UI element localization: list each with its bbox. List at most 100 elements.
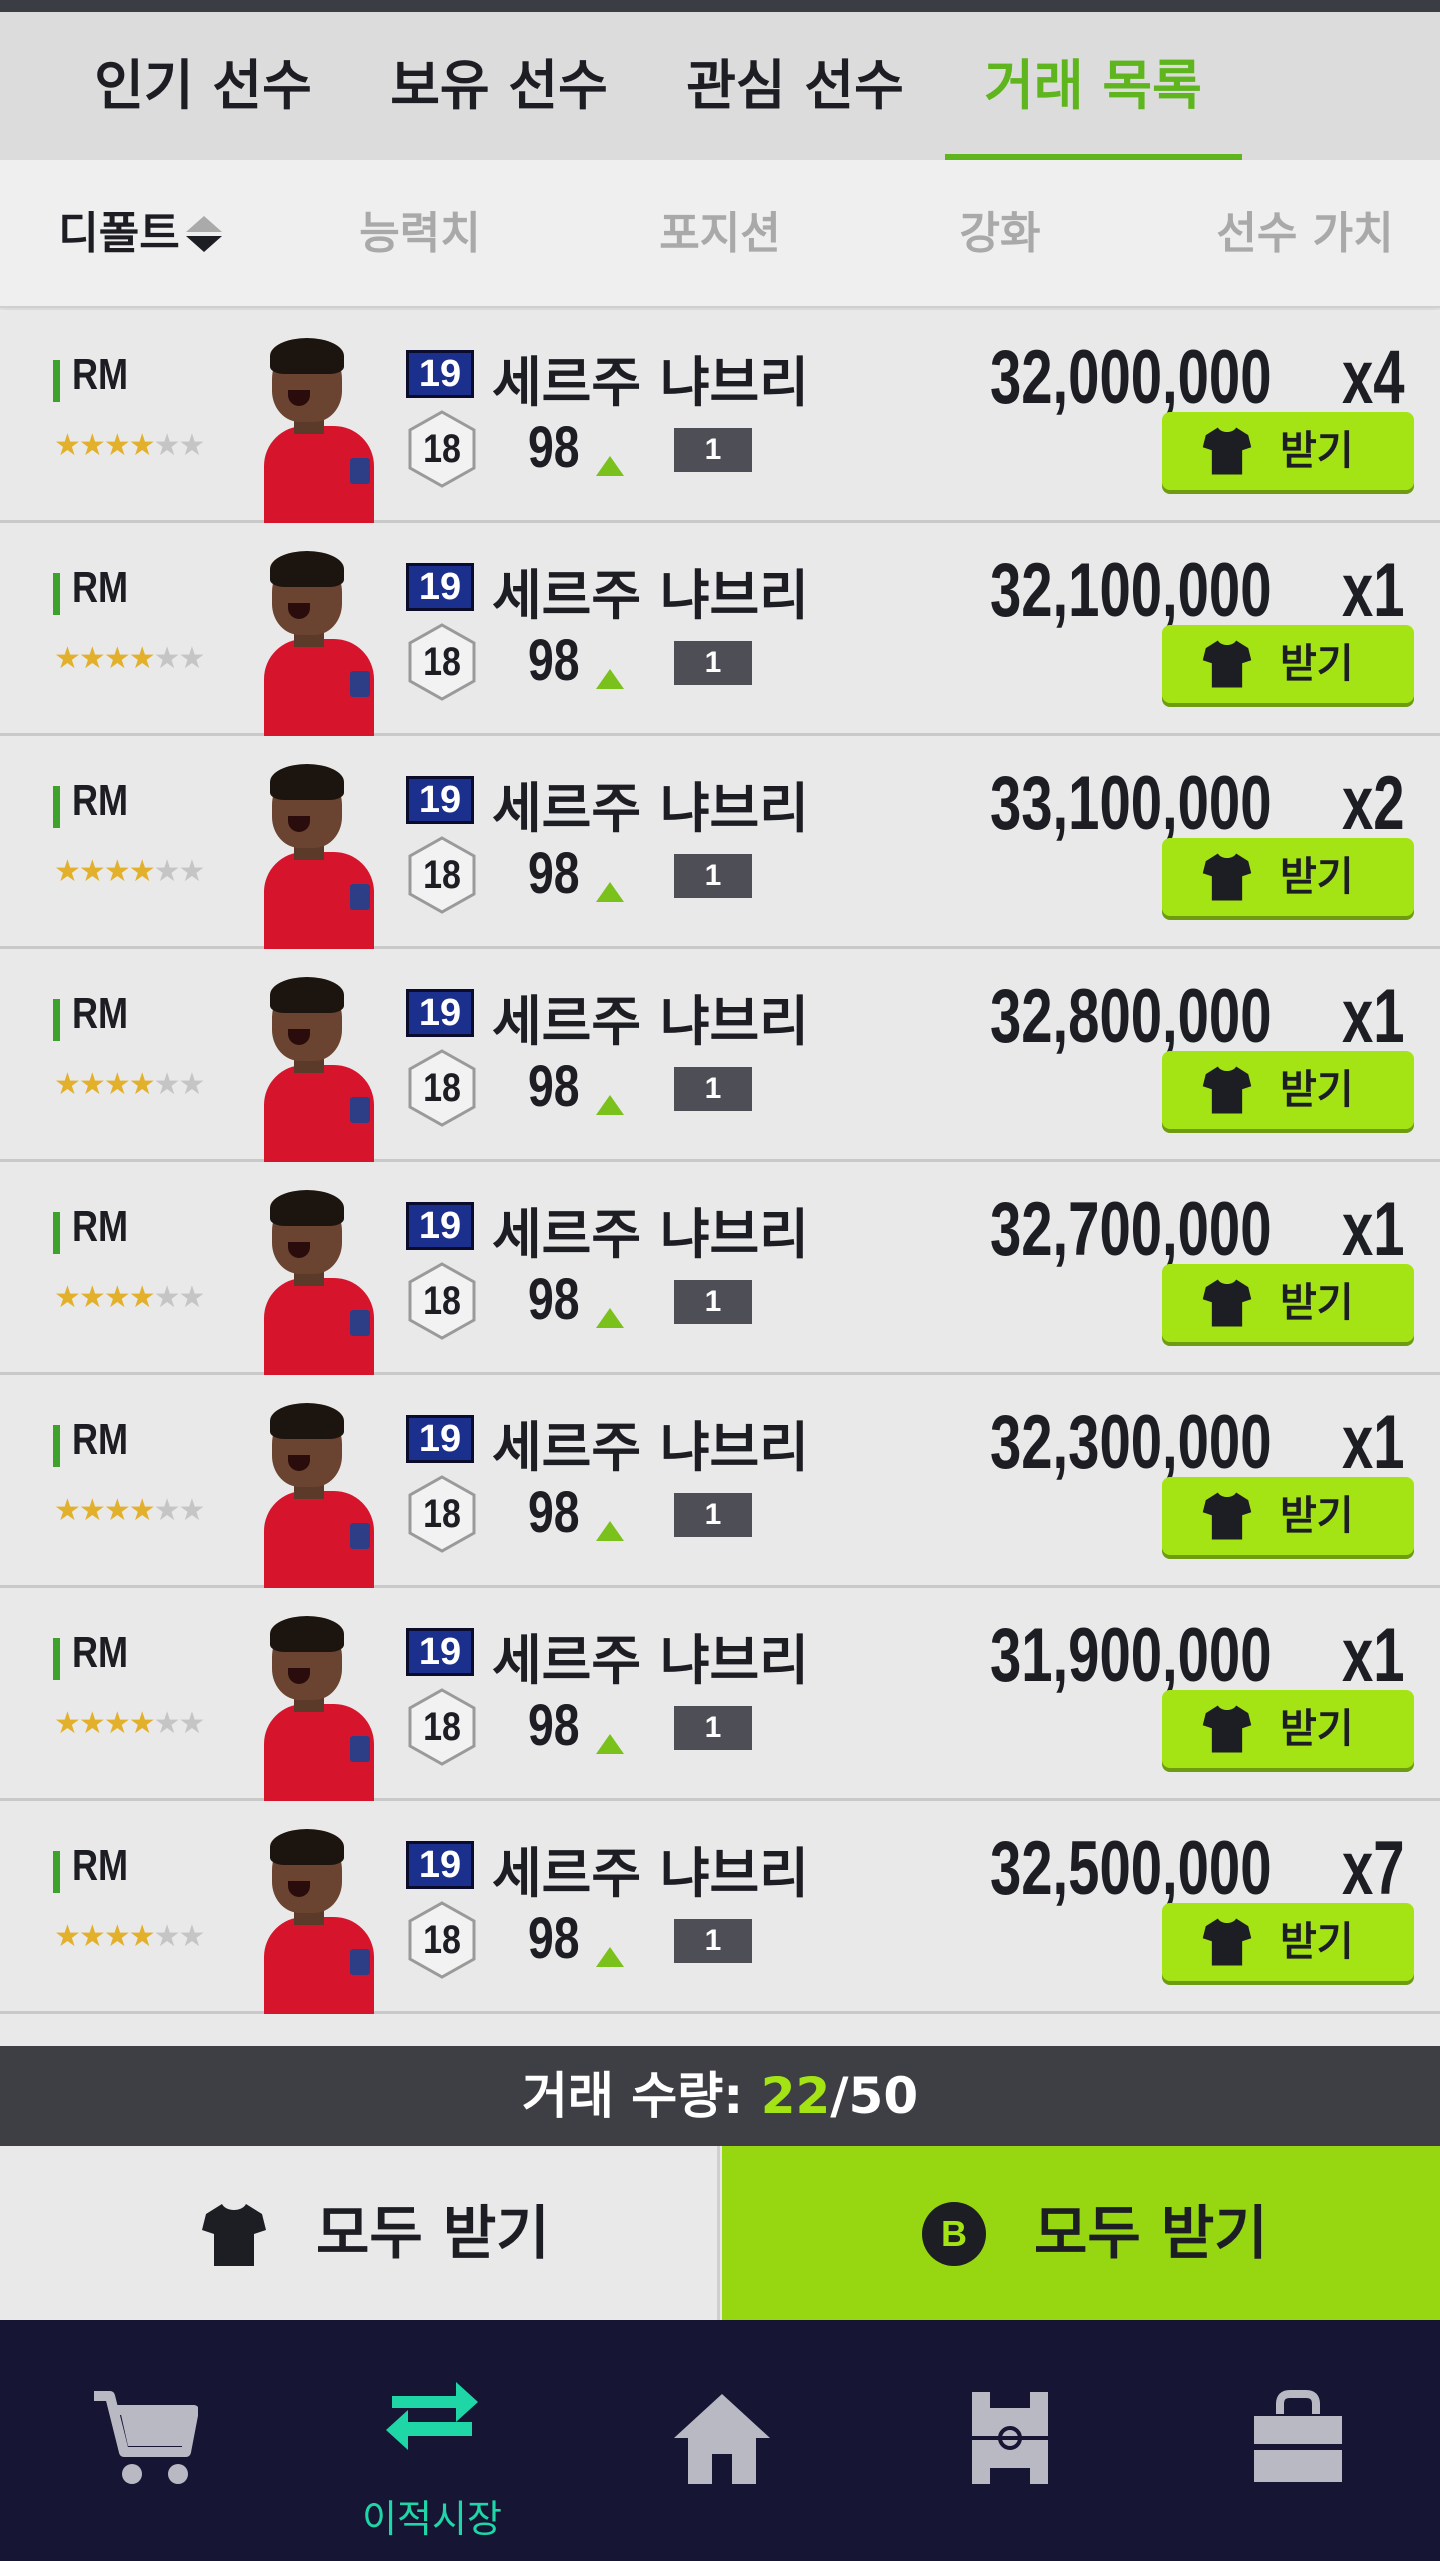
trade-quantity: x4: [1342, 335, 1405, 420]
receive-button[interactable]: 받기: [1162, 1903, 1414, 1981]
grade-badge: 18: [408, 1262, 476, 1340]
nav-transfer-market-label: 이적시장: [362, 2497, 502, 2541]
player-photo: [258, 1190, 374, 1375]
skill-stars: ★★★★★★: [54, 641, 205, 676]
season-badge: 19: [406, 989, 474, 1037]
trade-row[interactable]: RM ★★★★★★ 19 18 세르주 냐브리 98 1 33,100,000 x2 받기: [0, 736, 1440, 949]
player-position: RM: [72, 989, 129, 1038]
store-icon: [1254, 2390, 1342, 2482]
grade-badge: 18: [408, 1901, 476, 1979]
trade-quantity: x1: [1342, 1613, 1405, 1698]
sort-position[interactable]: 포지션: [620, 160, 820, 308]
sort-player-value[interactable]: 선수 가치: [1180, 160, 1430, 308]
tab-trade-list[interactable]: 거래 목록: [958, 12, 1228, 160]
receive-button[interactable]: 받기: [1162, 625, 1414, 703]
trade-row[interactable]: RM ★★★★★★ 19 18 세르주 냐브리 98 1 32,800,000 x1 받기: [0, 949, 1440, 1162]
skill-stars: ★★★★★★: [54, 428, 205, 463]
nav-transfer-market[interactable]: 이적시장: [288, 2320, 576, 2561]
position-color-bar: [53, 1425, 60, 1467]
player-ovr: 98: [528, 841, 580, 906]
trade-quantity: x1: [1342, 1187, 1405, 1272]
grade-badge: 18: [408, 1475, 476, 1553]
ovr-up-icon: [596, 456, 624, 476]
trade-row[interactable]: RM ★★★★★★ 19 18 세르주 냐브리 98 1 32,000,000 x4 받기: [0, 310, 1440, 523]
sort-ability[interactable]: 능력치: [320, 160, 520, 308]
receive-button[interactable]: 받기: [1162, 1051, 1414, 1129]
player-ovr: 98: [528, 1054, 580, 1119]
tab-popular-players[interactable]: 인기 선수: [68, 12, 338, 160]
skill-stars: ★★★★★★: [54, 1067, 205, 1102]
trade-price: 32,500,000: [990, 1826, 1272, 1911]
tab-owned-players[interactable]: 보유 선수: [364, 12, 634, 160]
player-position: RM: [72, 1202, 129, 1251]
grade-value: 18: [423, 1918, 461, 1962]
bottom-nav: 이적시장: [0, 2320, 1440, 2561]
sort-default[interactable]: 디폴트: [40, 160, 240, 308]
receive-button-label: 받기: [1280, 1280, 1354, 1326]
player-name: 세르주 냐브리: [492, 351, 809, 414]
sort-enhance[interactable]: 강화: [900, 160, 1100, 308]
player-position: RM: [72, 1841, 129, 1890]
skill-stars: ★★★★★★: [54, 1706, 205, 1741]
nav-cart[interactable]: [0, 2320, 288, 2561]
player-photo: [258, 764, 374, 949]
jersey-icon: [1202, 1918, 1252, 1966]
receive-all-player-button[interactable]: 모두 받기: [0, 2146, 720, 2320]
player-ovr: 98: [528, 1693, 580, 1758]
ovr-up-icon: [596, 1308, 624, 1328]
tab-watchlist-players[interactable]: 관심 선수: [660, 12, 930, 160]
ovr-up-icon: [596, 1947, 624, 1967]
receive-button[interactable]: 받기: [1162, 1690, 1414, 1768]
transfer-icon: [386, 2382, 478, 2450]
trade-row[interactable]: RM ★★★★★★ 19 18 세르주 냐브리 98 1 32,500,000 x7 받기: [0, 1801, 1440, 2014]
nav-store[interactable]: [1152, 2320, 1440, 2561]
season-badge: 19: [406, 1202, 474, 1250]
trade-quantity: x1: [1342, 548, 1405, 633]
receive-all-bp-label: 모두 받기: [1034, 2199, 1268, 2267]
status-strip: [0, 0, 1440, 12]
season-badge: 19: [406, 776, 474, 824]
receive-button[interactable]: 받기: [1162, 1264, 1414, 1342]
trade-count-max: /50: [830, 2067, 919, 2125]
receive-button[interactable]: 받기: [1162, 1477, 1414, 1555]
grade-value: 18: [423, 853, 461, 897]
player-ovr: 98: [528, 1480, 580, 1545]
trade-row[interactable]: RM ★★★★★★ 19 18 세르주 냐브리 98 1 32,100,000 x1 받기: [0, 523, 1440, 736]
trade-quantity: x1: [1342, 1400, 1405, 1485]
receive-button[interactable]: 받기: [1162, 412, 1414, 490]
trade-price: 32,700,000: [990, 1187, 1272, 1272]
trade-count-bar: 거래 수량: 22/50: [0, 2046, 1440, 2146]
position-color-bar: [53, 360, 60, 402]
grade-badge: 18: [408, 410, 476, 488]
player-photo: [258, 1829, 374, 2014]
player-photo: [258, 977, 374, 1162]
grade-badge: 18: [408, 1688, 476, 1766]
player-position: RM: [72, 1628, 129, 1677]
jersey-icon: [1202, 640, 1252, 688]
enhance-level-badge: 1: [674, 641, 752, 685]
grade-badge: 18: [408, 1049, 476, 1127]
receive-button-label: 받기: [1280, 428, 1354, 474]
player-photo: [258, 1616, 374, 1801]
season-badge: 19: [406, 1841, 474, 1889]
player-photo: [258, 1403, 374, 1588]
trade-row[interactable]: RM ★★★★★★ 19 18 세르주 냐브리 98 1 31,900,000 x1 받기: [0, 1588, 1440, 1801]
ovr-up-icon: [596, 669, 624, 689]
position-color-bar: [53, 1851, 60, 1893]
skill-stars: ★★★★★★: [54, 1280, 205, 1315]
enhance-level-badge: 1: [674, 1919, 752, 1963]
nav-home[interactable]: [576, 2320, 864, 2561]
trade-price: 31,900,000: [990, 1613, 1272, 1698]
receive-button[interactable]: 받기: [1162, 838, 1414, 916]
sort-default-label: 디폴트: [58, 208, 180, 259]
trade-quantity: x7: [1342, 1826, 1405, 1911]
position-color-bar: [53, 999, 60, 1041]
trade-row[interactable]: RM ★★★★★★ 19 18 세르주 냐브리 98 1 32,300,000 x1 받기: [0, 1375, 1440, 1588]
jersey-icon: [1202, 1279, 1252, 1327]
nav-squad[interactable]: [864, 2320, 1152, 2561]
receive-all-bp-button[interactable]: B 모두 받기: [722, 2146, 1440, 2320]
player-ovr: 98: [528, 1906, 580, 1971]
trade-row[interactable]: RM ★★★★★★ 19 18 세르주 냐브리 98 1 32,700,000 x1 받기: [0, 1162, 1440, 1375]
grade-value: 18: [423, 1492, 461, 1536]
grade-value: 18: [423, 1066, 461, 1110]
